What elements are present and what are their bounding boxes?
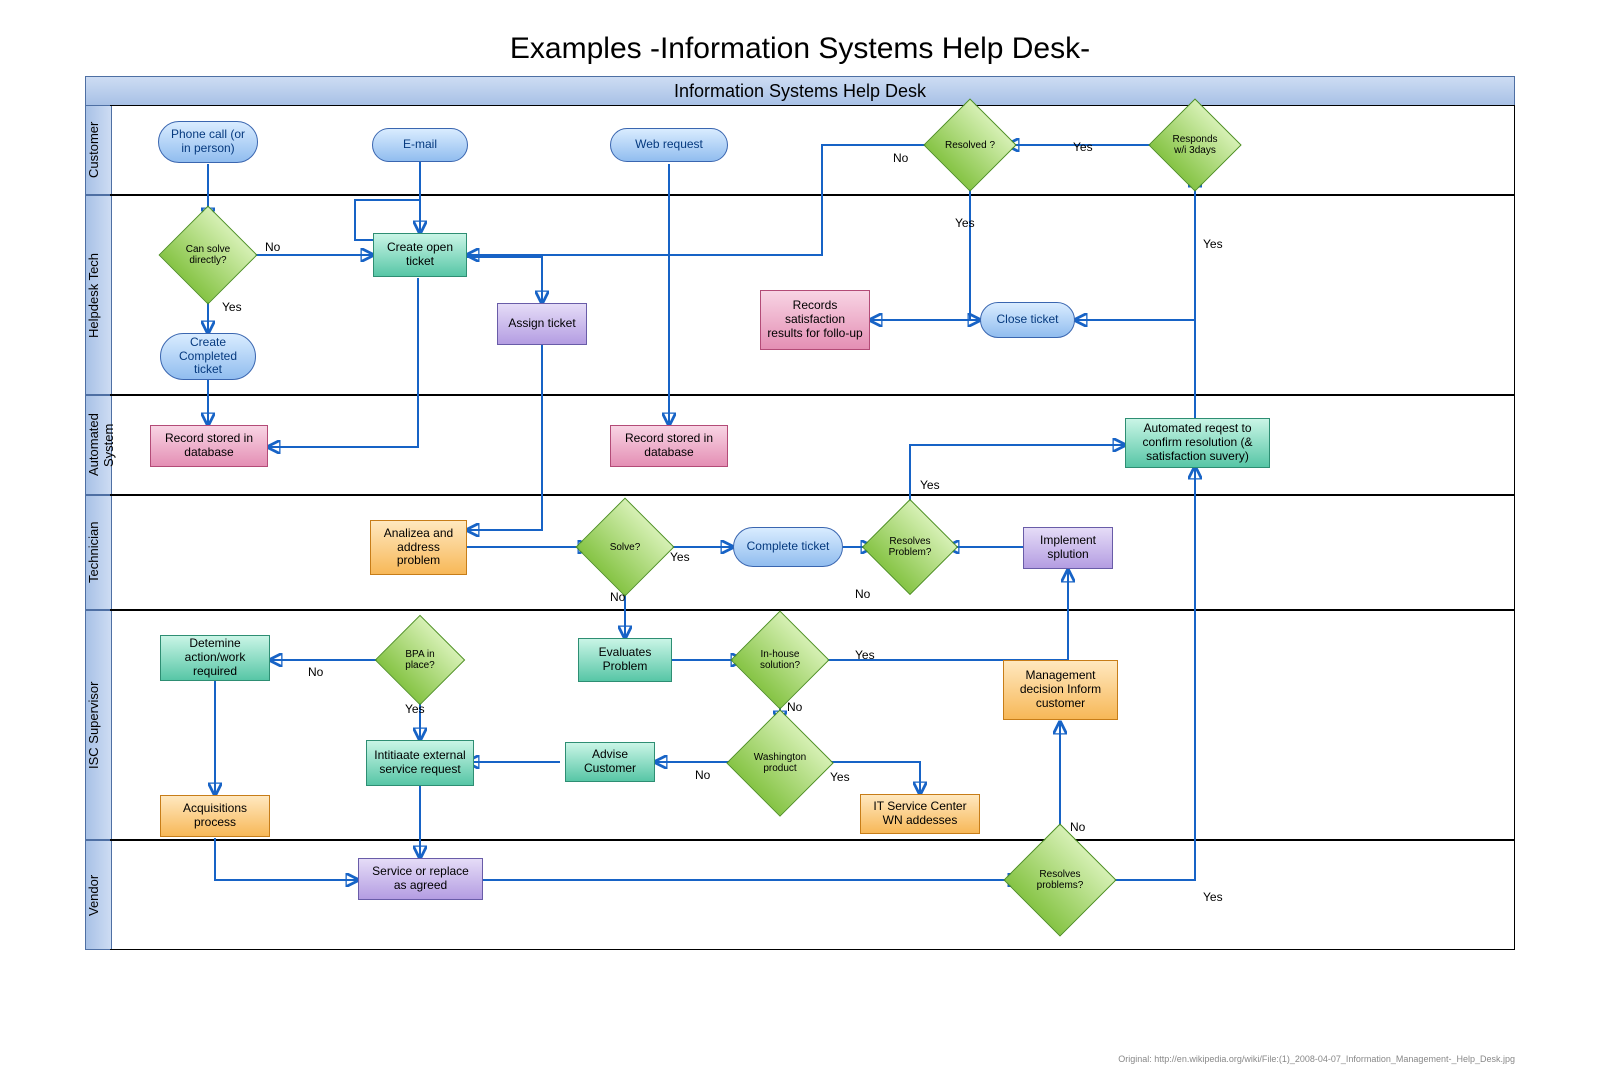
node-advise: Advise Customer: [565, 742, 655, 782]
edge-label: Yes: [855, 648, 875, 662]
edge-label: No: [893, 151, 908, 165]
node-rec-db2: Record stored in database: [610, 425, 728, 467]
edge-label: No: [787, 700, 802, 714]
lane-label: Helpdesk Tech: [85, 195, 112, 395]
node-determine: Detemine action/work required: [160, 635, 270, 681]
node-rec-db1: Record stored in database: [150, 425, 268, 467]
lane-label: Customer: [85, 105, 112, 195]
node-create-completed: Create Completed ticket: [160, 333, 256, 380]
lane-automated: Automated System: [85, 395, 1515, 495]
node-it-center: IT Service Center WN addesses: [860, 794, 980, 834]
edge-label: No: [610, 590, 625, 604]
edge-label: No: [308, 665, 323, 679]
node-resolves-prob: Resolves Problem?: [876, 513, 944, 581]
edge-label: Yes: [920, 478, 940, 492]
node-email: E-mail: [372, 128, 468, 162]
lane-label: Technician: [85, 495, 112, 610]
node-washington: Washington product: [742, 725, 818, 801]
node-acquisitions: Acquisitions process: [160, 795, 270, 837]
edge-label: Yes: [1073, 140, 1093, 154]
node-solve: Solve?: [590, 512, 660, 582]
node-resolves-problems: Resolves problems?: [1020, 840, 1100, 920]
edge-label: Yes: [222, 300, 242, 314]
node-web: Web request: [610, 128, 728, 162]
lane-vendor: Vendor: [85, 840, 1515, 950]
node-service-replace: Service or replace as agreed: [358, 858, 483, 900]
edge-label: No: [695, 768, 710, 782]
edge-label: No: [1070, 820, 1085, 834]
node-responds: Responds w/i 3days: [1162, 112, 1228, 178]
edge-label: No: [855, 587, 870, 601]
edge-label: Yes: [830, 770, 850, 784]
lane-label: Vendor: [85, 840, 112, 950]
lane-label: ISC Supervisor: [85, 610, 112, 840]
node-bpa: BPA in place?: [388, 628, 452, 692]
page-title: Examples -Information Systems Help Desk-: [0, 32, 1600, 66]
node-close-ticket: Close ticket: [980, 302, 1075, 338]
node-resolved: Resolved ?: [937, 112, 1003, 178]
edge-label: Yes: [405, 702, 425, 716]
node-create-open: Create open ticket: [373, 233, 467, 277]
node-implement: Implement splution: [1023, 527, 1113, 569]
pool-title: Information Systems Help Desk: [85, 76, 1515, 106]
node-analyze: Analizea and address problem: [370, 520, 467, 575]
node-complete: Complete ticket: [733, 527, 843, 567]
lane-label: Automated System: [85, 395, 112, 495]
edge-label: No: [265, 240, 280, 254]
node-initiate-ext: Intitiaate external service request: [366, 740, 474, 786]
node-can-solve: Can solve directly?: [173, 220, 243, 290]
edge-label: Yes: [955, 216, 975, 230]
node-assign: Assign ticket: [497, 303, 587, 345]
lane-customer: Customer: [85, 105, 1515, 195]
node-mgmt: Management decision Inform customer: [1003, 660, 1118, 720]
node-phone: Phone call (or in person): [158, 121, 258, 163]
node-records-sat: Records satisfaction results for follo-u…: [760, 290, 870, 350]
edge-label: Yes: [1203, 890, 1223, 904]
edge-label: Yes: [670, 550, 690, 564]
node-auto-req: Automated reqest to confirm resolution (…: [1125, 418, 1270, 468]
edge-label: Yes: [1203, 237, 1223, 251]
node-evaluates: Evaluates Problem: [578, 638, 672, 682]
image-credit: Original: http://en.wikipedia.org/wiki/F…: [1118, 1054, 1515, 1064]
node-inhouse: In-house solution?: [745, 625, 815, 695]
